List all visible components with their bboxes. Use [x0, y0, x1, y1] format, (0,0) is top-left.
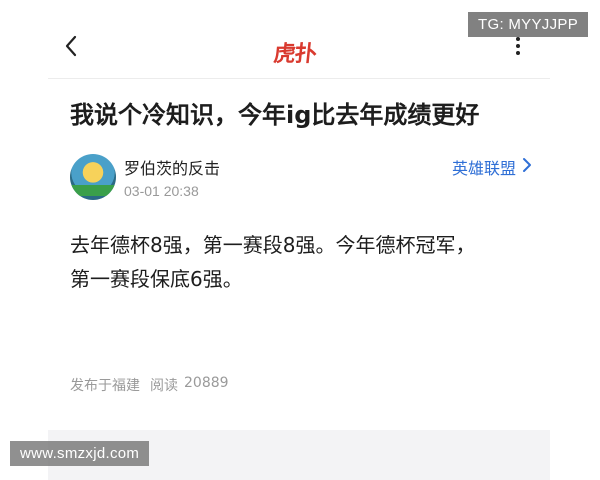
post-location: 发布于福建 — [70, 378, 140, 394]
read-count-label: 阅读 — [150, 378, 178, 394]
watermark-site: www.smzxjd.com — [10, 441, 150, 466]
category-label: 英雄联盟 — [451, 159, 516, 178]
read-count-value: 20889 — [184, 375, 229, 391]
post-body: 去年德杯8强，第一赛段8强。今年德杯冠军， 第一赛段保底6强。 — [70, 228, 540, 296]
back-button[interactable] — [62, 34, 90, 62]
header-divider — [48, 78, 550, 79]
category-link[interactable]: 英雄联盟 — [452, 155, 532, 179]
post-timestamp: 03-01 20:38 — [124, 183, 199, 199]
chevron-left-icon — [65, 35, 77, 57]
author-avatar[interactable] — [70, 154, 116, 200]
post-title: 我说个冷知识，今年ig比去年成绩更好 — [70, 101, 480, 129]
hupu-logo: 虎扑 — [272, 41, 318, 67]
more-options-button[interactable] — [514, 34, 532, 62]
post-body-line: 第一赛段保底6强。 — [70, 267, 243, 291]
post-meta: 发布于福建 阅读 20889 — [70, 375, 229, 395]
read-count: 阅读 20889 — [150, 375, 229, 395]
avatar-badge — [70, 185, 116, 196]
watermark-tg: TG: MYYJJPP — [468, 12, 588, 37]
author-name[interactable]: 罗伯茨的反击 — [124, 155, 220, 179]
vertical-dots-icon — [516, 37, 520, 55]
chevron-right-icon — [522, 157, 532, 177]
post-body-line: 去年德杯8强，第一赛段8强。今年德杯冠军， — [70, 233, 476, 257]
